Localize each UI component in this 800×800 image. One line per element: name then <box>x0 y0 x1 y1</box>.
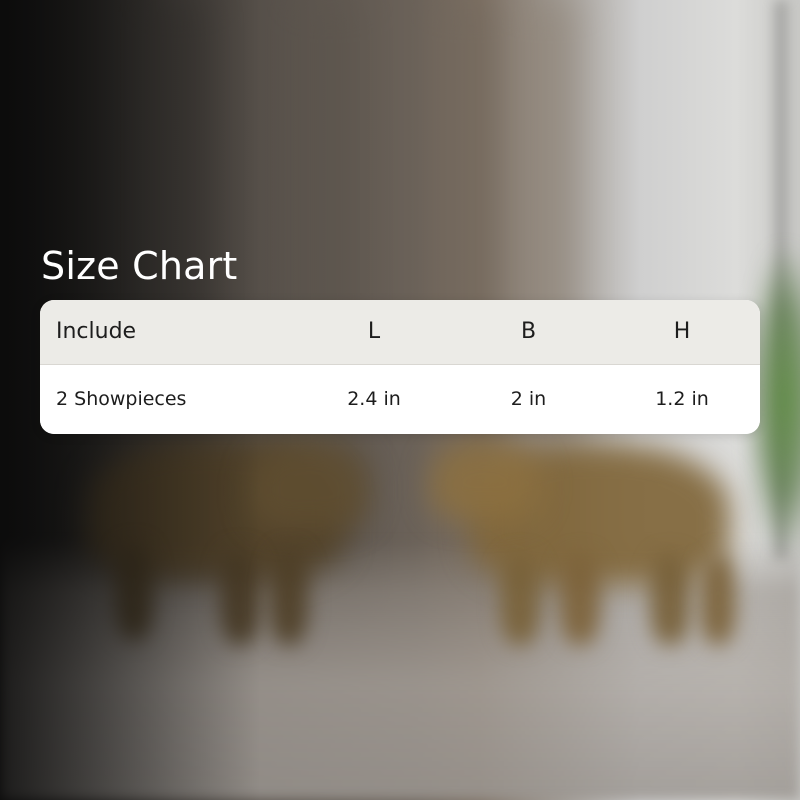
size-chart-table: Include L B H 2 Showpieces 2.4 in 2 in 1… <box>40 300 760 434</box>
table-row: 2 Showpieces 2.4 in 2 in 1.2 in <box>40 364 760 434</box>
header-include: Include <box>40 300 295 365</box>
header-breadth: B <box>453 300 604 365</box>
cell-include: 2 Showpieces <box>56 388 187 411</box>
cell-height: 1.2 in <box>655 388 709 411</box>
size-chart-card: Include L B H 2 Showpieces 2.4 in 2 in 1… <box>40 300 760 434</box>
header-height: H <box>604 300 760 365</box>
table-header-row: Include L B H <box>40 300 760 365</box>
page-title: Size Chart <box>41 244 238 288</box>
header-length: L <box>295 300 453 365</box>
cell-breadth: 2 in <box>510 388 547 411</box>
cell-length: 2.4 in <box>347 388 401 411</box>
